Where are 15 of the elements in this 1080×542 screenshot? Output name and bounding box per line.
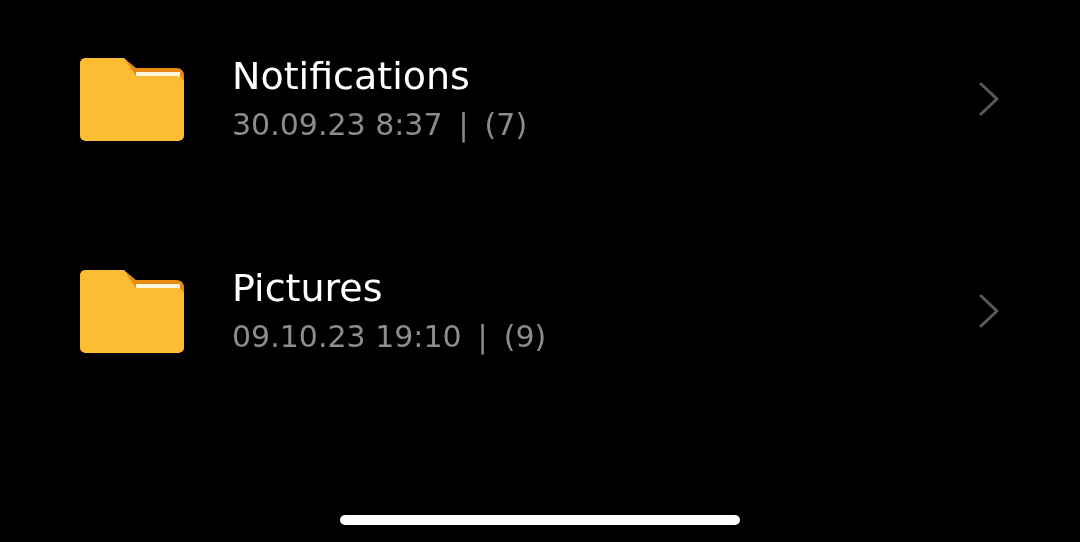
modified-date: 30.09.23 8:37 [232,106,443,144]
chevron-right-icon [978,81,1000,117]
folder-row[interactable]: Pictures 09.10.23 19:10 | (9) [0,256,1080,366]
item-count: (7) [484,106,528,144]
item-count: (9) [503,318,547,356]
folder-name: Notifications [232,53,471,99]
modified-date: 09.10.23 19:10 [232,318,462,356]
chevron-right-icon [978,293,1000,329]
home-indicator[interactable] [340,515,740,525]
folder-row[interactable]: Notifications 30.09.23 8:37 | (7) [0,44,1080,154]
folder-icon [80,269,184,353]
folder-name: Pictures [232,265,384,311]
folder-icon [80,57,184,141]
separator: | [477,318,488,357]
separator: | [458,106,469,145]
